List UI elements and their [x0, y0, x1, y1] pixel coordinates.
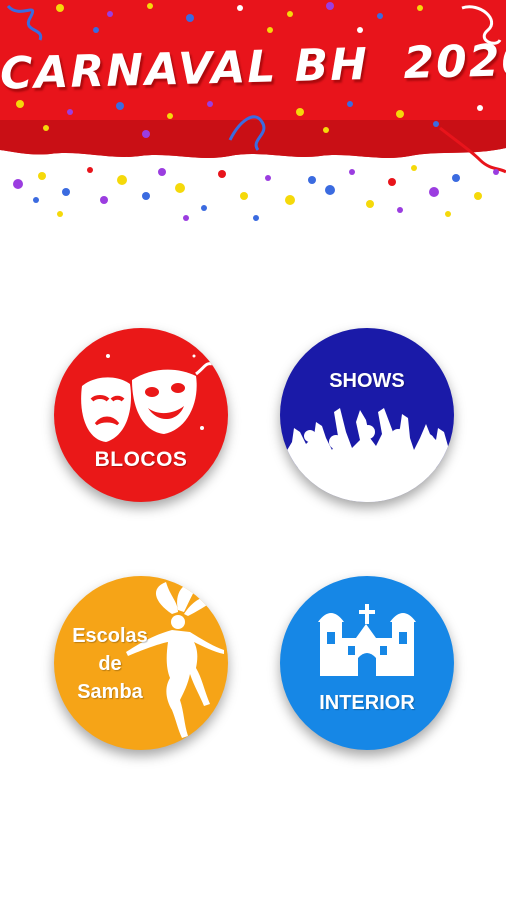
blocos-button[interactable]: BLOCOS	[54, 328, 228, 502]
de-label-line: de	[98, 653, 122, 675]
header-banner: CARNAVAL BH 2020	[0, 0, 506, 240]
escolas-de-samba-button[interactable]: Escolas de Samba	[54, 576, 228, 750]
escolas-de-samba-label: Escolas de Samba	[62, 622, 158, 706]
blocos-label: BLOCOS	[94, 448, 188, 471]
crowd-icon	[280, 408, 454, 502]
shows-label: SHOWS	[329, 370, 405, 392]
church-icon	[318, 604, 416, 676]
escolas-label-line: Escolas	[72, 625, 148, 647]
samba-label-line: Samba	[77, 681, 143, 703]
shows-button[interactable]: SHOWS	[280, 328, 454, 502]
theater-masks-icon	[81, 354, 213, 442]
confetti-banner-graphic	[0, 0, 506, 221]
interior-label: INTERIOR	[319, 692, 415, 714]
interior-button[interactable]: INTERIOR	[280, 576, 454, 750]
